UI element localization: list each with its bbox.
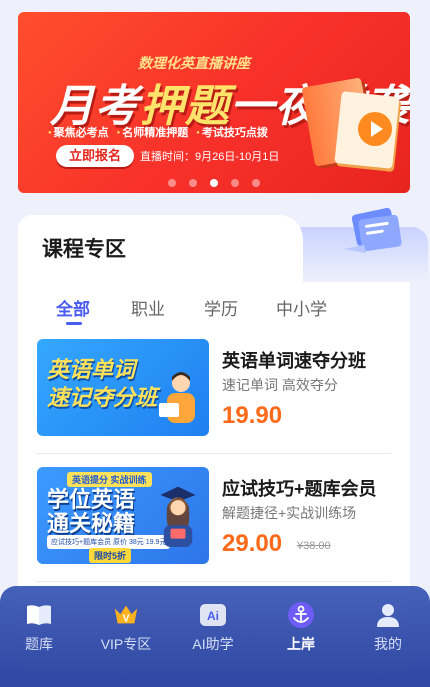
register-button[interactable]: 立即报名: [56, 145, 134, 167]
nav-item-profile[interactable]: 我的: [353, 598, 423, 668]
banner-points: 聚焦必考点 名师精准押题 考试技巧点拨: [48, 124, 268, 140]
vip-crown-icon: V: [112, 601, 140, 629]
course-item[interactable]: 英语提分 实战训练 学位英语 通关秘籍 应试技巧+题库会员 原价 38元 19.…: [37, 467, 391, 567]
nav-label: VIP专区: [100, 636, 152, 652]
course-original-price: ¥38.00: [297, 540, 331, 552]
thumb-tag: 英语提分 实战训练: [67, 472, 152, 487]
tab-degree[interactable]: 学历: [204, 295, 238, 320]
tab-all[interactable]: 全部: [56, 295, 90, 320]
tab-k12[interactable]: 中小学: [276, 295, 327, 320]
thumb-line: 英语单词: [47, 357, 136, 382]
banner-point: 名师精准押题: [117, 124, 188, 140]
course-price: 19.90: [222, 402, 283, 429]
svg-text:Ai: Ai: [207, 609, 219, 623]
thumb-line: 通关秘籍: [47, 511, 136, 536]
play-icon: [358, 112, 392, 146]
carousel-dot[interactable]: [168, 179, 176, 187]
document-icon: [344, 207, 402, 253]
course-thumbnail[interactable]: 英语提分 实战训练 学位英语 通关秘籍 应试技巧+题库会员 原价 38元 19.…: [37, 467, 209, 564]
tab-career[interactable]: 职业: [131, 295, 165, 320]
banner-point: 聚焦必考点: [48, 124, 109, 140]
course-zone-header: 课程专区: [18, 207, 428, 283]
course-title: 英语单词速夺分班: [222, 351, 366, 371]
carousel-dot[interactable]: [231, 179, 239, 187]
carousel-dot-active[interactable]: [210, 179, 218, 187]
divider: [37, 581, 391, 582]
carousel-dot[interactable]: [252, 179, 260, 187]
user-icon: [374, 601, 402, 629]
ai-icon: Ai: [199, 601, 227, 629]
nav-label: 上岸: [287, 636, 315, 652]
anchor-icon: [287, 601, 315, 629]
active-tab-indicator: [66, 322, 82, 325]
banner-point: 考试技巧点拨: [196, 124, 268, 140]
nav-item-ai[interactable]: Ai AI助学: [178, 598, 248, 668]
nav-item-vip[interactable]: V VIP专区: [91, 598, 161, 668]
promo-banner[interactable]: 数理化英直播讲座 月考押题一夜逆袭 聚焦必考点 名师精准押题 考试技巧点拨 立即…: [18, 12, 410, 193]
course-item[interactable]: 英语单词 速记夺分班 英语单词速夺分班 速记单词 高效夺分 19.90: [37, 339, 391, 439]
course-subtitle: 解题捷径+实战训练场: [222, 505, 357, 521]
svg-text:V: V: [123, 614, 130, 625]
course-price: 29.00: [222, 530, 283, 557]
course-subtitle: 速记单词 高效夺分: [222, 377, 338, 393]
thumb-line: 学位英语: [47, 487, 136, 512]
carousel-dot[interactable]: [189, 179, 197, 187]
graduate-illustration: [160, 486, 196, 547]
zone-title: 课程专区: [42, 238, 126, 261]
book-icon: [25, 601, 53, 629]
thumb-line: 速记夺分班: [47, 385, 158, 410]
student-illustration: [159, 372, 195, 423]
divider: [37, 453, 391, 454]
category-tabs: 全部 职业 学历 中小学: [18, 282, 410, 332]
banner-date: 直播时间：9月26日-10月1日: [140, 151, 280, 163]
bottom-nav: 题库 V VIP专区 Ai AI助学 上岸 我的: [0, 586, 430, 687]
thumb-badge: 限时5折: [89, 548, 132, 563]
course-thumbnail[interactable]: 英语单词 速记夺分班: [37, 339, 209, 436]
nav-label: 题库: [25, 636, 53, 652]
nav-item-question-bank[interactable]: 题库: [4, 598, 74, 668]
carousel-dots: [18, 179, 410, 187]
nav-label: 我的: [374, 636, 402, 652]
nav-label: AI助学: [192, 636, 234, 652]
nav-item-shore[interactable]: 上岸: [266, 598, 336, 668]
course-title: 应试技巧+题库会员: [222, 479, 377, 499]
